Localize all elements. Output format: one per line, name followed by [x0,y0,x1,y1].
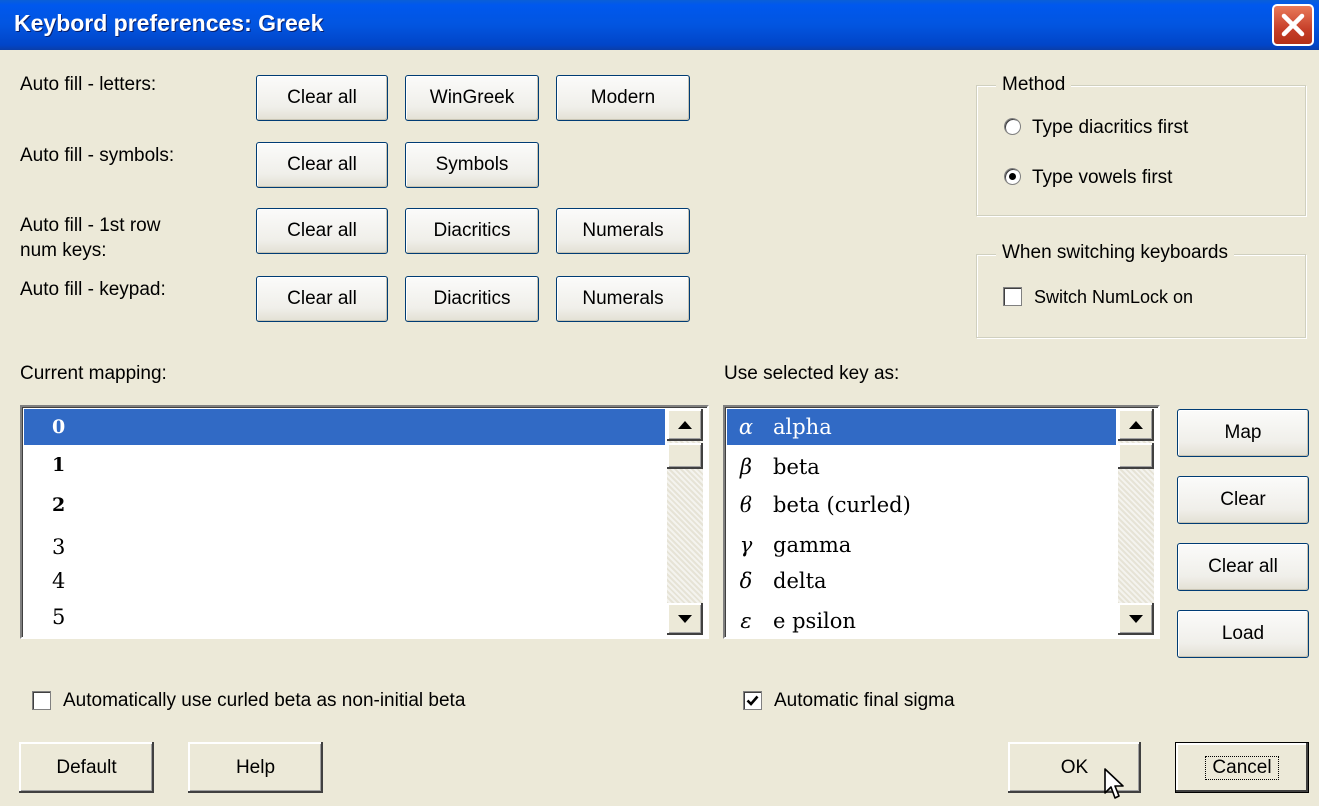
greek-glyph: δ [739,569,753,593]
numkeys-clear-all-button[interactable]: Clear all [256,208,388,254]
checkmark-icon [746,695,759,706]
list-item[interactable]: δ delta [727,563,1116,599]
final-sigma-checkbox[interactable] [743,691,762,710]
list-item[interactable]: β beta [727,449,1116,485]
symbols-clear-all-button[interactable]: Clear all [256,142,388,188]
list-item[interactable]: εe psilon [727,603,1116,637]
current-mapping-label: Current mapping: [20,363,167,384]
greek-glyph: ε [740,609,752,633]
list-item[interactable]: 4 [24,563,665,599]
radio-diacritics-first-label[interactable]: Type diacritics first [1032,116,1188,140]
letters-modern-button[interactable]: Modern [556,75,690,121]
arrow-down-icon [1129,615,1143,623]
clear-button[interactable]: Clear [1177,476,1309,524]
close-icon [1281,13,1305,37]
clear-all-button[interactable]: Clear all [1177,543,1309,591]
list-item[interactable]: 1 [24,447,665,483]
arrow-up-icon [1129,421,1143,429]
letters-clear-all-button[interactable]: Clear all [256,75,388,121]
map-button[interactable]: Map [1177,409,1309,457]
scroll-thumb[interactable] [667,443,703,469]
curled-beta-checkbox[interactable] [32,691,51,710]
scroll-up-button[interactable] [667,409,703,441]
arrow-down-icon [678,615,692,623]
autofill-symbols-label: Auto fill - symbols: [20,145,175,166]
radio-vowels-first[interactable] [1004,168,1021,185]
greek-glyph: γ [739,533,753,557]
greek-glyph: α [738,415,754,439]
list-item[interactable]: ϐ beta (curled) [727,487,1116,523]
final-sigma-label[interactable]: Automatic final sigma [774,689,955,713]
keypad-diacritics-button[interactable]: Diacritics [405,276,539,322]
keypad-numerals-button[interactable]: Numerals [556,276,690,322]
list-item[interactable]: 2 [24,487,665,523]
method-legend: Method [996,74,1072,96]
numlock-label[interactable]: Switch NumLock on [1034,285,1193,309]
autofill-letters-label: Auto fill - letters: [20,74,157,95]
switching-legend: When switching keyboards [996,242,1234,264]
current-mapping-list[interactable]: 0 1 2 3 4 5 [20,405,709,639]
keypad-clear-all-button[interactable]: Clear all [256,276,388,322]
use-key-scrollbar[interactable] [1118,409,1154,635]
list-item[interactable]: α alpha [727,409,1116,445]
radio-vowels-first-label[interactable]: Type vowels first [1032,166,1172,190]
default-button[interactable]: Default [19,742,154,793]
window-title: Keybord preferences: Greek [14,10,324,36]
cancel-button[interactable]: Cancel [1175,742,1309,793]
scroll-up-button[interactable] [1118,409,1154,441]
list-item[interactable]: 3 [24,529,665,565]
numlock-checkbox[interactable] [1003,287,1022,306]
numkeys-numerals-button[interactable]: Numerals [556,208,690,254]
autofill-numkeys-label-line1: Auto fill - 1st row [20,215,161,236]
radio-selected-dot [1009,173,1016,180]
scroll-down-button[interactable] [1118,603,1154,635]
use-key-label: Use selected key as: [724,363,900,384]
close-button[interactable] [1272,4,1314,46]
scroll-thumb[interactable] [1118,443,1154,469]
greek-glyph: ϐ [739,493,753,517]
scroll-down-button[interactable] [667,603,703,635]
load-button[interactable]: Load [1177,610,1309,658]
letters-wingreek-button[interactable]: WinGreek [405,75,539,121]
greek-glyph: β [739,455,753,479]
autofill-numkeys-label-line2: num keys: [20,240,107,261]
symbols-button[interactable]: Symbols [405,142,539,188]
help-button[interactable]: Help [188,742,323,793]
numkeys-diacritics-button[interactable]: Diacritics [405,208,539,254]
mapping-scrollbar[interactable] [667,409,703,635]
radio-diacritics-first[interactable] [1004,118,1021,135]
autofill-keypad-label: Auto fill - keypad: [20,279,166,300]
list-item[interactable]: 5 [24,599,665,635]
curled-beta-label[interactable]: Automatically use curled beta as non-ini… [63,689,465,713]
arrow-up-icon [678,421,692,429]
list-item[interactable]: 0 [24,409,665,445]
mouse-pointer-icon [1104,768,1124,799]
use-key-list[interactable]: α alpha β beta ϐ beta (curled) γ gamma δ delt… [723,405,1160,639]
method-group [976,85,1306,216]
list-item[interactable]: γ gamma [727,527,1116,563]
